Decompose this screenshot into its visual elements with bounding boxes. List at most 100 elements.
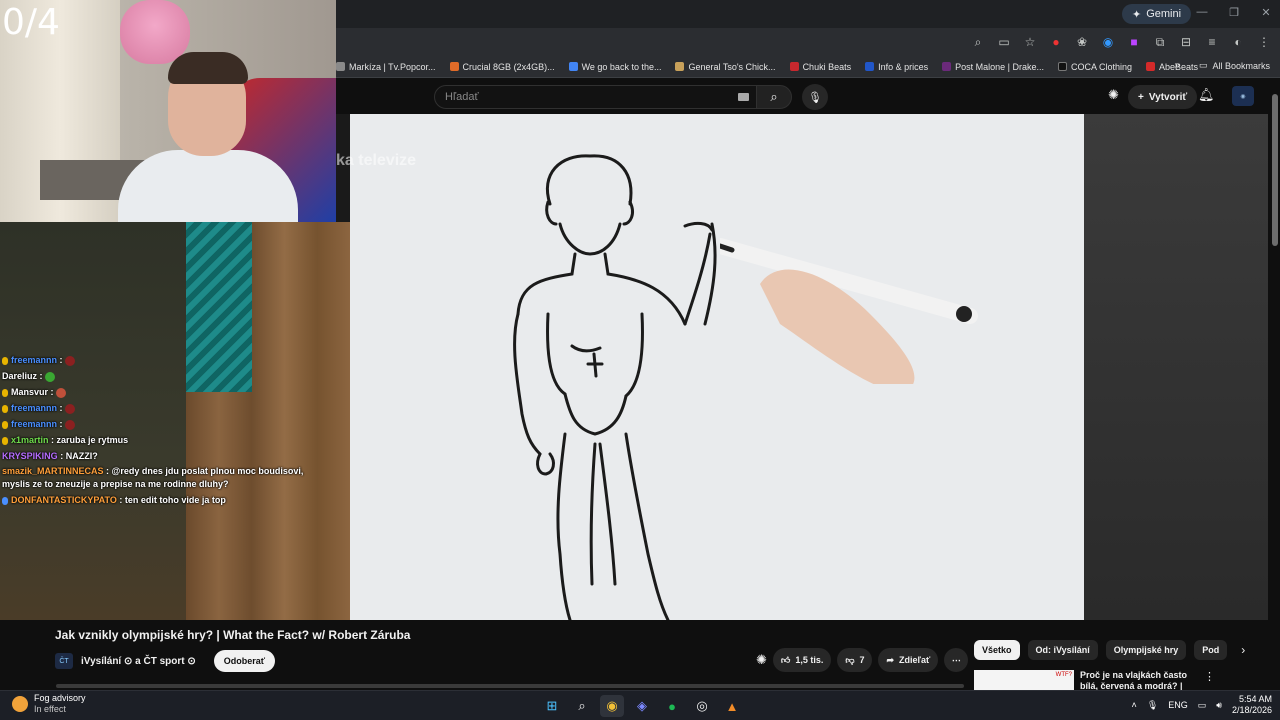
recommended-video[interactable]: WTF? Proč je na vlajkách často bílá, čer… — [974, 670, 1270, 690]
volume-icon[interactable]: 🔊︎ — [1216, 700, 1222, 711]
avatar[interactable]: ◉ — [1232, 86, 1254, 106]
chrome-icon[interactable]: ◉ — [600, 695, 624, 717]
cast-icon[interactable]: ▭ — [996, 34, 1012, 50]
microphone-tray-icon[interactable]: 🎙 — [1147, 700, 1158, 711]
bookmark-item[interactable]: Post Malone | Drake... — [942, 62, 1044, 72]
bookmark-star-icon[interactable]: ☆ — [1022, 34, 1038, 50]
chip-overflow[interactable]: Pod — [1194, 640, 1228, 660]
clock[interactable]: 5:54 AM 2/18/2026 — [1232, 694, 1272, 716]
sub-badge-icon — [2, 356, 8, 365]
chip-all[interactable]: Všetko — [974, 640, 1020, 660]
bookmark-item[interactable]: Chuki Beats — [789, 62, 851, 72]
discord-icon[interactable]: ◈ — [630, 695, 654, 717]
taskbar-search-icon[interactable]: ⌕ — [570, 695, 594, 717]
system-tray: ˄ 🎙 ENG ▭ 🔊︎ 5:54 AM 2/18/2026 — [1132, 694, 1272, 716]
all-bookmarks-button[interactable]: ▭ All Bookmarks — [1199, 60, 1270, 71]
chip-olympic-games[interactable]: Olympijské hry — [1105, 640, 1187, 660]
channel-row: ČT iVysílání ⊙ a ČT sport ⊙ Odoberať — [55, 650, 276, 672]
vlc-icon[interactable]: ▲ — [720, 695, 744, 717]
chevron-right-icon[interactable]: › — [1241, 643, 1245, 657]
chip-from-channel[interactable]: Od: iVysílání — [1027, 640, 1098, 660]
recommended-title[interactable]: Proč je na vlajkách často bílá, červená … — [1080, 670, 1200, 690]
extension-blue-icon[interactable]: ◉ — [1100, 34, 1116, 50]
windows-taskbar: Fog advisory In effect ⊞ ⌕ ◉ ◈ ● ◎ ▲ ˄ 🎙… — [0, 690, 1280, 720]
channel-avatar[interactable]: ČT — [55, 653, 73, 669]
dislike-button[interactable]: 👎︎ 7 — [837, 648, 873, 672]
extension-purple-icon[interactable]: ■ — [1126, 34, 1142, 50]
profile-icon[interactable]: ◐ — [1230, 34, 1246, 50]
keyboard-icon[interactable] — [738, 93, 749, 101]
webcam-person-shirt — [118, 150, 298, 222]
network-icon[interactable]: ▭ — [1198, 700, 1207, 711]
microphone-icon: 🎙 — [808, 91, 822, 104]
webcam-person-hair — [168, 52, 248, 84]
bookmark-item[interactable]: Crucial 8GB (2x4GB)... — [449, 62, 555, 72]
sub-badge-icon — [2, 388, 8, 397]
bookmark-favicon-icon — [675, 62, 685, 71]
pen-illustration — [720, 238, 978, 384]
start-windows-icon[interactable]: ⊞ — [540, 695, 564, 717]
menu-kebab-icon[interactable]: ⋮ — [1256, 34, 1272, 50]
sub-badge-icon — [2, 436, 8, 445]
search-placeholder: Hľadať — [445, 91, 479, 103]
bookmark-item[interactable]: Info & prices — [865, 62, 928, 72]
chat-message: freemannn : — [2, 416, 332, 432]
kebab-menu-icon[interactable]: ⋮ — [1204, 670, 1215, 683]
minimize-button[interactable]: — — [1192, 6, 1212, 18]
language-indicator[interactable]: ENG — [1168, 700, 1188, 710]
emote-icon — [64, 403, 75, 414]
emote-icon — [64, 355, 75, 366]
bookmark-item[interactable]: Markíza | Tv.Popcor... — [336, 62, 436, 72]
bookmark-item[interactable]: COCA Clothing — [1058, 62, 1132, 72]
taskbar-apps: ⊞ ⌕ ◉ ◈ ● ◎ ▲ — [540, 695, 744, 717]
bookmark-item[interactable]: We go back to the... — [568, 62, 661, 72]
voice-search-button[interactable]: 🎙 — [802, 84, 828, 110]
gemini-icon: ✦ — [1132, 8, 1142, 21]
like-button[interactable]: 👍︎ 1,5 tis. — [772, 648, 832, 672]
search-input[interactable]: Hľadať — [434, 85, 758, 109]
spotify-icon[interactable]: ● — [660, 695, 684, 717]
emote-icon — [64, 419, 75, 430]
video-title: Jak vznikly olympijské hry? | What the F… — [55, 628, 411, 642]
thumbs-down-icon: 👎︎ — [845, 654, 855, 665]
obs-icon[interactable]: ◎ — [690, 695, 714, 717]
bookmark-favicon-icon — [1058, 62, 1067, 71]
share-button[interactable]: ➦ Zdieľať — [878, 648, 939, 672]
maximize-button[interactable]: ❐ — [1224, 6, 1244, 19]
webcam-overlay: 0/4 — [0, 0, 336, 222]
subscribe-button[interactable]: Odoberať — [213, 650, 276, 672]
reading-list-icon[interactable]: ≡ — [1204, 34, 1220, 50]
page-scroll-indicator — [56, 684, 964, 688]
notifications-bell-icon[interactable]: 🔔︎ — [1198, 87, 1215, 103]
background-caption: ka televize — [336, 152, 417, 169]
create-button[interactable]: + Vytvoriť — [1128, 85, 1198, 109]
bookmark-favicon-icon — [449, 62, 459, 71]
tray-overflow-icon[interactable]: ˄ — [1132, 700, 1137, 710]
channel-name[interactable]: iVysílání ⊙ a ČT sport ⊙ — [81, 656, 196, 667]
webcam-plush-toy — [120, 0, 190, 64]
weather-widget[interactable]: Fog advisory In effect — [12, 693, 86, 715]
scrollbar-thumb[interactable] — [1272, 94, 1278, 246]
bookmark-item[interactable]: General Tso's Chick... — [675, 62, 776, 72]
tab-search-icon[interactable]: ⊟ — [1178, 34, 1194, 50]
bookmark-favicon-icon — [865, 62, 875, 71]
more-actions-button[interactable]: ⋯ — [944, 648, 969, 672]
bookmark-favicon-icon — [336, 62, 345, 71]
extension-opera-icon[interactable]: ● — [1048, 34, 1064, 50]
bookmarks-overflow-icon[interactable]: » — [1174, 60, 1180, 71]
search-button[interactable]: ⌕ — [756, 85, 792, 109]
sub-badge-icon — [2, 496, 8, 505]
recommended-thumbnail[interactable]: WTF? — [974, 670, 1074, 690]
premium-sparkle-icon[interactable]: ✺ — [1108, 87, 1119, 103]
video-frame[interactable]: ◻ — [350, 114, 1084, 620]
gemini-button[interactable]: ✦ Gemini — [1122, 4, 1192, 24]
stream-counter: 0/4 — [2, 2, 60, 43]
close-button[interactable]: ✕ — [1256, 6, 1276, 19]
extensions-puzzle-icon[interactable]: ⧉ — [1152, 34, 1168, 50]
bookmark-item[interactable]: AbeBeats — [1146, 62, 1198, 72]
bookmark-favicon-icon — [942, 62, 952, 71]
extension-gray-icon[interactable]: ❀ — [1074, 34, 1090, 50]
zoom-icon[interactable]: ⌕ — [970, 34, 986, 50]
search-icon: ⌕ — [770, 89, 778, 104]
premium-sparkle-icon[interactable]: ✺ — [756, 652, 767, 668]
